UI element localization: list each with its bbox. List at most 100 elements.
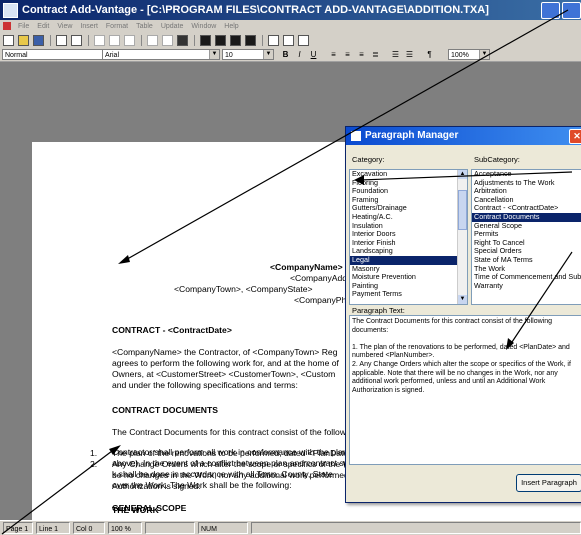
open-folder-icon[interactable] [18, 35, 29, 46]
header-company-town: <CompanyTown>, <CompanyState> [174, 284, 313, 294]
contract-heading: CONTRACT - <ContractDate> [112, 325, 232, 335]
align-left-icon[interactable]: ≡ [328, 49, 339, 60]
section-heading-general-scope: GENERAL SCOPE [112, 503, 187, 513]
chevron-down-icon[interactable]: ▼ [263, 50, 273, 59]
intro-text: agrees to perform the following work for… [112, 358, 339, 368]
document-icon [3, 22, 11, 30]
chevron-down-icon[interactable]: ▼ [479, 50, 489, 59]
category-list[interactable]: Excavation Flooring Foundation Framing Gutte… [349, 169, 468, 305]
work-text: Contractor shall perform all work in con… [112, 447, 348, 457]
zoom-select[interactable]: 100% ▼ [448, 49, 490, 60]
dialog-icon [351, 131, 361, 141]
subcategory-list[interactable]: Acceptance Adjustments to The Work Arbitra… [471, 169, 581, 305]
menu-edit[interactable]: Edit [33, 20, 53, 33]
toolbar-separator [262, 35, 263, 46]
status-empty [251, 522, 581, 534]
menu-view[interactable]: View [53, 20, 76, 33]
menu-help[interactable]: Help [220, 20, 242, 33]
justify-icon[interactable]: ≣ [370, 49, 381, 60]
work-text: k shall be done in accordance with all T… [112, 469, 333, 479]
scroll-thumb[interactable] [458, 190, 467, 230]
font-size-select[interactable]: 10 ▼ [222, 49, 274, 60]
menu-insert[interactable]: Insert [76, 20, 102, 33]
toolbar-separator [50, 35, 51, 46]
category-items: Excavation Flooring Foundation Framing Gutte… [350, 170, 467, 299]
category-label: Category: [352, 155, 385, 164]
align-center-icon[interactable]: ≡ [342, 49, 353, 60]
scroll-up-icon[interactable]: ▲ [458, 170, 467, 179]
menu-file[interactable]: File [14, 20, 33, 33]
italic-button[interactable]: I [294, 49, 305, 60]
intro-text: and under the following specifications a… [112, 380, 298, 390]
maximize-button[interactable] [562, 2, 581, 19]
status-bar: Page 1 Line 1 Col 0 100 % NUM [0, 520, 581, 535]
copy-icon[interactable] [109, 35, 120, 46]
list-item[interactable]: Payment Terms [350, 290, 467, 299]
section-heading-contract-documents: CONTRACT DOCUMENTS [112, 405, 218, 415]
toolbar-separator [141, 35, 142, 46]
insert-row-icon[interactable] [215, 35, 226, 46]
menu-format[interactable]: Format [102, 20, 132, 33]
title-bar[interactable]: Contract Add-Vantage - [C:\PROGRAM FILES… [0, 0, 581, 20]
dialog-title: Paragraph Manager [365, 130, 459, 141]
underline-button[interactable]: U [308, 49, 319, 60]
status-empty [145, 522, 195, 534]
zoom-icon[interactable] [283, 35, 294, 46]
paragraph-text-label: Paragraph Text: [352, 306, 405, 315]
close-icon[interactable]: ✕ [569, 129, 581, 144]
status-column: Col 0 [73, 522, 105, 534]
minimize-button[interactable] [541, 2, 560, 19]
align-right-icon[interactable]: ≡ [356, 49, 367, 60]
application-window: Contract Add-Vantage - [C:\PROGRAM FILES… [0, 0, 581, 535]
paragraph-text-area[interactable]: The Contract Documents for this contract… [349, 315, 581, 465]
find-binoculars-icon[interactable] [177, 35, 188, 46]
intro-text: Owners, at <CustomerStreet> <CustomerTow… [112, 369, 336, 379]
font-select[interactable]: Arial ▼ [102, 49, 220, 60]
table-icon[interactable] [200, 35, 211, 46]
redo-icon[interactable] [162, 35, 173, 46]
style-value: Normal [5, 52, 28, 59]
chevron-down-icon[interactable]: ▼ [209, 50, 219, 59]
new-file-icon[interactable] [3, 35, 14, 46]
status-zoom: 100 % [108, 522, 142, 534]
scroll-down-icon[interactable]: ▼ [458, 295, 467, 304]
app-icon [3, 3, 18, 18]
status-page: Page 1 [3, 522, 33, 534]
spell-check-icon[interactable] [268, 35, 279, 46]
paste-icon[interactable] [124, 35, 135, 46]
cut-icon[interactable] [94, 35, 105, 46]
list-item[interactable]: Warranty [472, 281, 581, 291]
menu-bar: File Edit View Insert Format Table Update Windo… [0, 20, 581, 33]
font-value: Arial [105, 52, 120, 59]
undo-icon[interactable] [147, 35, 158, 46]
font-size-value: 10 [225, 52, 233, 59]
list-number: 2. [90, 459, 98, 469]
zoom-value: 100% [451, 52, 469, 59]
bullet-list-icon[interactable]: ☰ [404, 49, 415, 60]
print-icon[interactable] [56, 35, 67, 46]
insert-paragraph-button[interactable]: Insert Paragraph [516, 474, 581, 492]
print-preview-icon[interactable] [71, 35, 82, 46]
edit-icon[interactable] [298, 35, 309, 46]
paragraph-marks-button[interactable]: ¶ [424, 49, 435, 60]
category-scrollbar[interactable]: ▲ ▼ [457, 170, 467, 304]
header-company-name: <CompanyName> [270, 262, 343, 272]
merge-cells-icon[interactable] [245, 35, 256, 46]
numbered-list-icon[interactable]: ☰ [390, 49, 401, 60]
toolbar: Normal ▼ Arial ▼ 10 ▼ B I U ≡ ≡ ≡ ≣ ☰ ☰ … [0, 33, 581, 62]
dialog-title-bar[interactable]: Paragraph Manager ✕ [346, 127, 581, 145]
intro-text: <CompanyName> the Contractor, of <Compan… [112, 347, 338, 357]
status-line: Line 1 [36, 522, 70, 534]
save-icon[interactable] [33, 35, 44, 46]
insert-column-icon[interactable] [230, 35, 241, 46]
style-select[interactable]: Normal ▼ [2, 49, 114, 60]
toolbar-separator [194, 35, 195, 46]
section-text: The Contract Documents for this contract… [112, 427, 347, 437]
window-title: Contract Add-Vantage - [C:\PROGRAM FILES… [22, 4, 489, 16]
subcategory-label: SubCategory: [474, 155, 520, 164]
work-text: over the Work. The Work shall be the fol… [112, 480, 292, 490]
bold-button[interactable]: B [280, 49, 291, 60]
menu-table[interactable]: Table [132, 20, 157, 33]
menu-window[interactable]: Window [187, 20, 220, 33]
menu-update[interactable]: Update [157, 20, 188, 33]
